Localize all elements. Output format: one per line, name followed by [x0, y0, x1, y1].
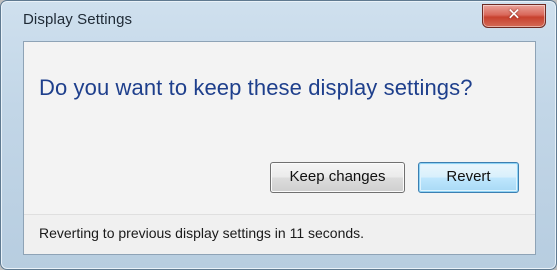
- close-button[interactable]: ✕: [482, 4, 546, 28]
- status-footer: Reverting to previous display settings i…: [24, 214, 535, 254]
- window-title: Display Settings: [23, 11, 133, 28]
- keep-changes-button[interactable]: Keep changes: [270, 162, 405, 193]
- dialog-content: Do you want to keep these display settin…: [23, 41, 536, 255]
- close-icon: ✕: [507, 6, 521, 24]
- display-settings-dialog: Display Settings ✕ Do you want to keep t…: [0, 0, 557, 270]
- main-instruction: Do you want to keep these display settin…: [39, 75, 473, 100]
- revert-button[interactable]: Revert: [418, 162, 519, 193]
- title-bar[interactable]: Display Settings ✕: [1, 1, 556, 41]
- countdown-status-text: Reverting to previous display settings i…: [39, 225, 365, 241]
